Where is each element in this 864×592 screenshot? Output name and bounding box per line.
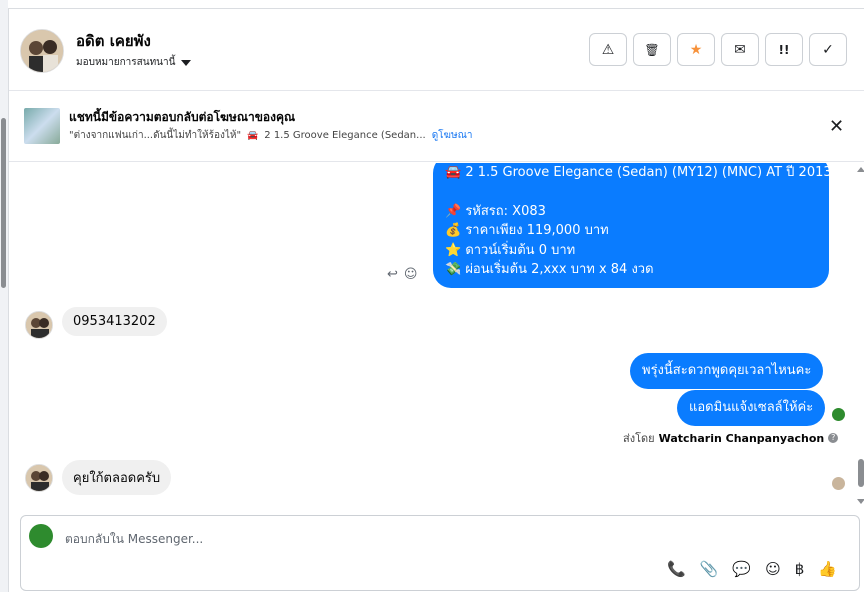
star-button[interactable]: ★ bbox=[677, 33, 715, 66]
ad-message-line bbox=[445, 183, 817, 202]
scroll-up-icon[interactable] bbox=[857, 167, 864, 172]
like-icon[interactable]: 👍 bbox=[818, 560, 837, 578]
conversation-panel: อดิต เคยพัง มอบหมายการสนทนานี้ ⚠ 🗑 ★ ✉ !… bbox=[8, 8, 864, 592]
contact-name: อดิต เคยพัง bbox=[76, 32, 151, 50]
ad-quote: "ต่างจากแฟนเก่า...ดันนี้ไม่ทำให้ร้องไห้" bbox=[69, 130, 242, 141]
ad-reply-banner: แชทนี้มีข้อความตอบกลับต่อโฆษณาของคุณ "ต่… bbox=[9, 92, 864, 162]
banner-subtitle: "ต่างจากแฟนเก่า...ดันนี้ไม่ทำให้ร้องไห้"… bbox=[69, 128, 472, 143]
mark-done-button[interactable]: ✓ bbox=[809, 33, 847, 66]
incoming-message[interactable]: 0953413202 bbox=[62, 307, 167, 336]
sent-by-label: ส่งโดย Watcharin Chanpanyachon ? bbox=[623, 429, 839, 447]
call-icon[interactable]: 📞 bbox=[667, 560, 686, 578]
ad-car-title: 2 1.5 Groove Elegance (Sedan... bbox=[264, 130, 426, 141]
saved-reply-icon[interactable]: 💬 bbox=[732, 560, 751, 578]
avatar bbox=[25, 464, 53, 492]
contact-avatar[interactable] bbox=[20, 29, 64, 73]
message-composer: ตอบกลับใน Messenger... 📞 📎 💬 ☺ ฿ 👍 bbox=[20, 515, 860, 591]
scroll-down-icon[interactable] bbox=[857, 499, 864, 504]
priority-icon: !! bbox=[778, 42, 790, 57]
car-icon: 🚘 bbox=[247, 130, 259, 141]
banner-title: แชทนี้มีข้อความตอบกลับต่อโฆษณาของคุณ bbox=[69, 110, 296, 124]
seen-avatar bbox=[832, 477, 845, 490]
ad-message-line: ⭐ ดาวน์เริ่มต้น 0 บาท bbox=[445, 242, 576, 258]
close-icon[interactable]: ✕ bbox=[829, 116, 844, 137]
ad-message-line: 🚘 2 1.5 Groove Elegance (Sedan) (MY12) (… bbox=[445, 165, 832, 180]
chevron-down-icon bbox=[181, 59, 192, 66]
ad-message-line: 💸 ผ่อนเริ่มต้น 2,xxx บาท x 84 งวด bbox=[445, 262, 654, 277]
thread-scrollbar-thumb[interactable] bbox=[858, 459, 864, 487]
warning-icon: ⚠ bbox=[601, 41, 615, 58]
thread-scrollbar[interactable] bbox=[857, 163, 864, 511]
assign-conversation-dropdown[interactable]: มอบหมายการสนทนานี้ bbox=[76, 55, 192, 70]
conversation-header: อดิต เคยพัง มอบหมายการสนทนานี้ ⚠ 🗑 ★ ✉ !… bbox=[9, 9, 864, 91]
message-hover-actions: ↩ ☺ bbox=[387, 267, 417, 282]
attachment-icon[interactable]: 📎 bbox=[700, 560, 719, 578]
outgoing-ad-message[interactable]: 🚘 2 1.5 Groove Elegance (Sedan) (MY12) (… bbox=[433, 163, 832, 288]
sent-by-prefix: ส่งโดย bbox=[623, 432, 655, 445]
report-spam-button[interactable]: ⚠ bbox=[589, 33, 627, 66]
view-ad-link[interactable]: ดูโฆษณา bbox=[432, 128, 473, 143]
mark-unread-button[interactable]: ✉ bbox=[721, 33, 759, 66]
outgoing-message[interactable]: แอดมินแจ้งเซลล์ให้ค่ะ bbox=[677, 390, 826, 426]
check-icon: ✓ bbox=[822, 41, 834, 58]
left-scrollbar[interactable] bbox=[0, 0, 8, 592]
react-emoji-icon[interactable]: ☺ bbox=[404, 267, 418, 282]
currency-icon[interactable]: ฿ bbox=[795, 560, 805, 578]
info-icon[interactable]: ? bbox=[828, 433, 839, 443]
assign-label: มอบหมายการสนทนานี้ bbox=[76, 57, 176, 68]
follow-up-button[interactable]: !! bbox=[765, 33, 803, 66]
conversation-actions: ⚠ 🗑 ★ ✉ !! ✓ bbox=[589, 33, 847, 66]
reply-input[interactable]: ตอบกลับใน Messenger... bbox=[65, 530, 203, 549]
sender-name: Watcharin Chanpanyachon bbox=[658, 431, 825, 445]
avatar bbox=[25, 311, 53, 339]
delete-button[interactable]: 🗑 bbox=[633, 33, 671, 66]
star-icon: ★ bbox=[689, 41, 703, 58]
ad-message-line: 📌 รหัสรถ: X083 bbox=[445, 203, 546, 219]
reply-icon[interactable]: ↩ bbox=[387, 267, 398, 282]
composer-toolbar: 📞 📎 💬 ☺ ฿ 👍 bbox=[667, 560, 837, 578]
inbox-frame: อดิต เคยพัง มอบหมายการสนทนานี้ ⚠ 🗑 ★ ✉ !… bbox=[0, 0, 864, 592]
page-avatar bbox=[29, 524, 53, 548]
incoming-message[interactable]: คุยใก้ตลอดครับ bbox=[62, 460, 172, 495]
envelope-icon: ✉ bbox=[734, 41, 746, 58]
trash-icon: 🗑 bbox=[644, 42, 660, 57]
ad-thumbnail[interactable] bbox=[24, 108, 60, 144]
outgoing-message[interactable]: พรุ่งนี้สะดวกพูดคุยเวลาไหนคะ bbox=[630, 353, 824, 389]
left-scrollbar-thumb[interactable] bbox=[1, 118, 6, 288]
seen-avatar bbox=[832, 408, 845, 421]
emoji-icon[interactable]: ☺ bbox=[765, 560, 781, 578]
ad-message-line: 💰 ราคาเพียง 119,000 บาท bbox=[445, 223, 609, 238]
message-thread: 🚘 2 1.5 Groove Elegance (Sedan) (MY12) (… bbox=[9, 163, 864, 511]
